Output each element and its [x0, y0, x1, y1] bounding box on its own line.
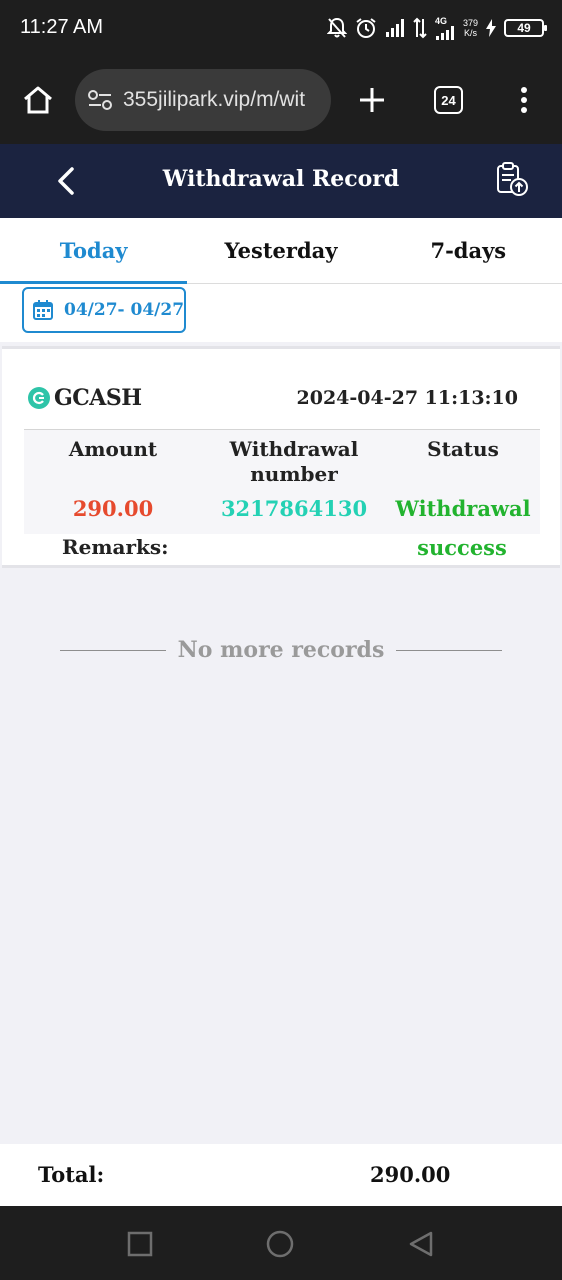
record-datetime: 2024-04-27 11:13:10: [296, 387, 519, 409]
amount-value: 290.00: [72, 496, 154, 521]
status-header: Status: [427, 437, 499, 461]
home-icon[interactable]: [18, 80, 58, 120]
status-bar: 11:27 AM 4G 379 K/s 49: [0, 0, 562, 56]
amount-header: Amount: [68, 437, 158, 461]
date-filter-row: 04/27- 04/27: [0, 284, 562, 342]
net-speed: 379 K/s: [463, 18, 478, 38]
date-range-button[interactable]: 04/27- 04/27: [22, 287, 186, 333]
provider-name: GCASH: [54, 385, 142, 411]
total-label: Total:: [38, 1162, 105, 1187]
status-time: 11:27 AM: [20, 16, 104, 38]
tab-7-days[interactable]: 7-days: [375, 218, 562, 283]
withdrawal-number-header: Withdrawal number: [202, 437, 386, 487]
back-triangle-icon[interactable]: [406, 1229, 436, 1259]
record-details: Amount Withdrawal number Status 290.00 3…: [24, 430, 540, 534]
net-speed-unit: K/s: [463, 28, 477, 38]
total-value: 290.00: [370, 1162, 451, 1187]
browser-toolbar: 355jilipark.vip/m/wit 24: [0, 56, 562, 144]
tabs-icon[interactable]: 24: [434, 86, 463, 114]
total-bar: Total: 290.00: [0, 1144, 562, 1206]
home-circle-icon[interactable]: [265, 1229, 295, 1259]
more-vert-icon[interactable]: [512, 80, 536, 120]
app-header: Withdrawal Record: [0, 144, 562, 218]
status-icons: 4G 379 K/s 49: [326, 14, 547, 42]
withdrawal-number-header-line2: number: [250, 462, 338, 486]
no-more-records-text: No more records: [177, 637, 385, 663]
system-nav-bar: [0, 1206, 562, 1280]
signal-icon: [385, 18, 405, 38]
gcash-icon: [28, 387, 50, 409]
provider: GCASH: [28, 385, 142, 411]
divider: [60, 649, 166, 651]
net-speed-value: 379: [462, 18, 478, 28]
url-text: 355jilipark.vip/m/wit: [123, 88, 306, 111]
calendar-icon: [32, 299, 54, 321]
status-value: Withdrawal: [395, 496, 531, 521]
withdrawal-number-header-line1: Withdrawal: [229, 437, 359, 461]
site-settings-icon[interactable]: [87, 89, 113, 111]
remarks-label: Remarks:: [62, 535, 169, 559]
withdrawal-number-value: 3217864130: [220, 496, 368, 521]
date-tabs: Today Yesterday 7-days: [0, 218, 562, 284]
data-arrows-icon: [413, 17, 427, 39]
recents-icon[interactable]: [125, 1229, 155, 1259]
charging-icon: [486, 19, 496, 37]
divider: [396, 649, 503, 651]
plus-icon[interactable]: [352, 80, 392, 120]
tab-yesterday[interactable]: Yesterday: [187, 218, 374, 283]
date-range-text: 04/27- 04/27: [64, 300, 185, 320]
status-value-line2: success: [417, 535, 507, 560]
address-bar[interactable]: 355jilipark.vip/m/wit: [75, 69, 331, 131]
page-title: Withdrawal Record: [162, 166, 400, 192]
alarm-icon: [355, 17, 377, 39]
tab-today[interactable]: Today: [0, 218, 188, 284]
withdrawal-record-card: GCASH 2024-04-27 11:13:10 Amount Withdra…: [2, 346, 560, 568]
record-upload-icon[interactable]: [492, 160, 532, 200]
no-more-records: No more records: [60, 634, 503, 666]
battery-icon: 49: [504, 19, 547, 37]
bell-off-icon: [326, 17, 347, 39]
network-type-label: 4G: [435, 16, 455, 40]
